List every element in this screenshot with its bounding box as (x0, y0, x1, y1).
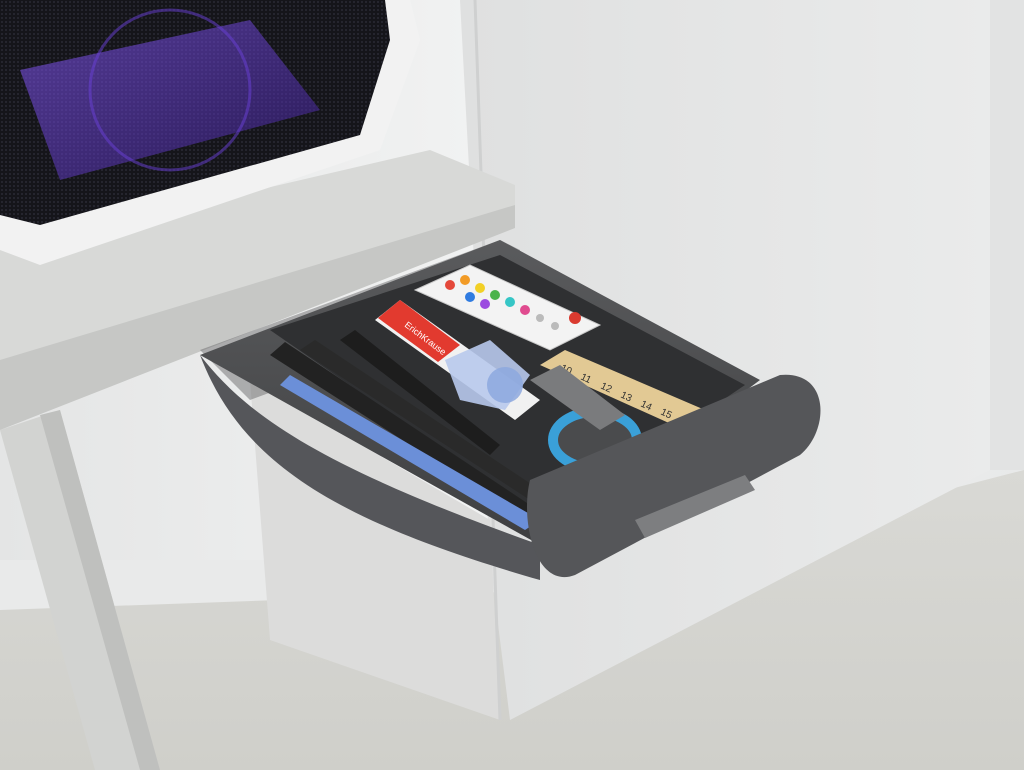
photo-scene: ErichKrause 10 11 12 13 14 15 cm (0, 0, 1024, 770)
baseboard-right (990, 0, 1024, 470)
